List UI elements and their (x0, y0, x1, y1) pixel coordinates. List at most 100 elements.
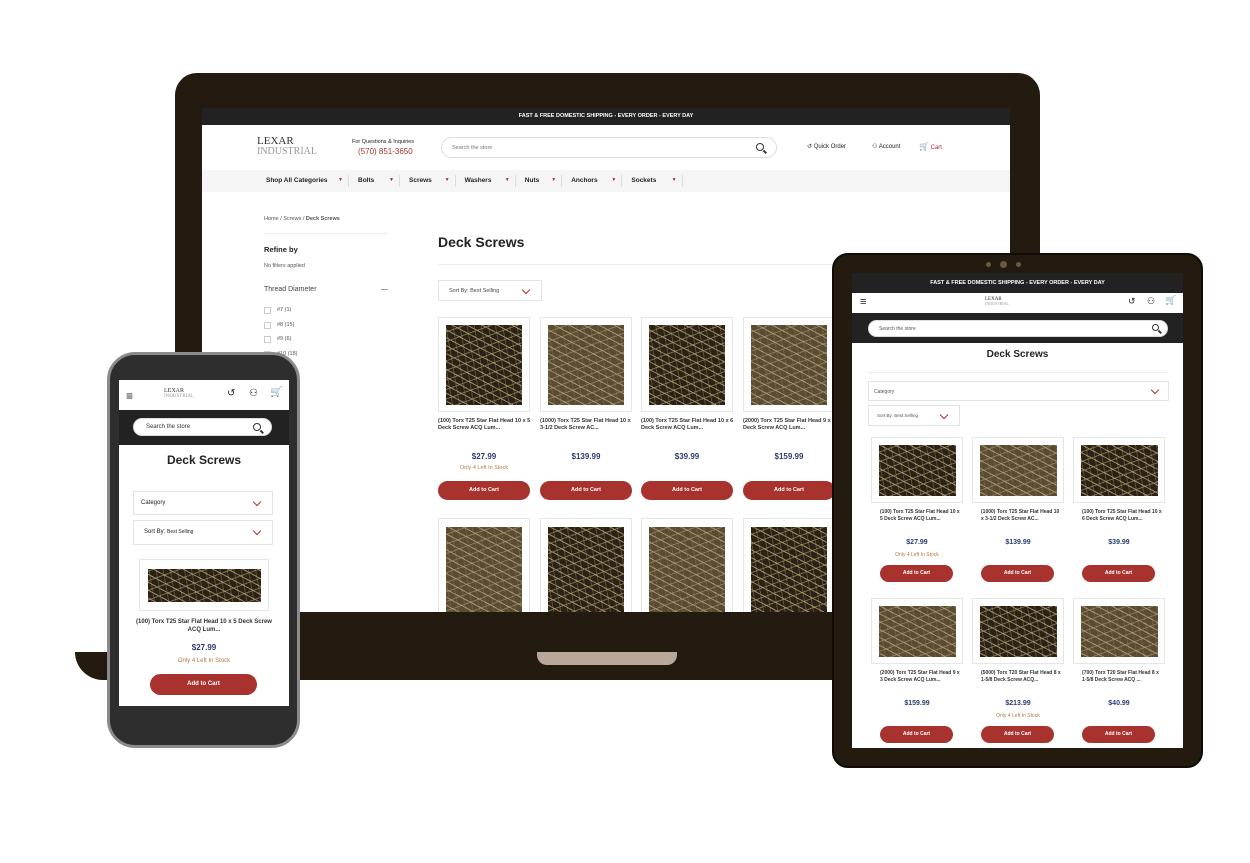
add-to-cart-button[interactable]: Add to Cart (981, 565, 1054, 582)
product-card[interactable] (139, 559, 269, 611)
product-card[interactable] (1073, 437, 1165, 503)
product-image[interactable] (649, 325, 725, 405)
product-image[interactable] (1081, 606, 1158, 657)
account-icon[interactable]: ⚇ (1147, 296, 1155, 307)
add-to-cart-button[interactable]: Add to Cart (880, 565, 953, 582)
account-icon[interactable]: ⚇ (249, 388, 258, 399)
product-card[interactable] (743, 317, 835, 412)
product-card[interactable] (540, 518, 632, 612)
add-to-cart-button[interactable]: Add to Cart (641, 481, 733, 500)
product-image[interactable] (446, 527, 522, 612)
logo[interactable]: LEXAR INDUSTRIAL (985, 297, 1009, 306)
product-card[interactable] (641, 317, 733, 412)
caret-down-icon: ▼ (671, 177, 677, 183)
add-to-cart-button[interactable]: Add to Cart (880, 726, 953, 743)
sort-dropdown[interactable]: Sort By: Best Selling (868, 405, 960, 426)
nav-divider (514, 175, 516, 187)
product-image[interactable] (751, 527, 827, 612)
product-card[interactable] (1073, 598, 1165, 664)
sort-dropdown[interactable]: Sort By: Best Selling (438, 280, 542, 301)
quick-order-link[interactable]: ↺ Quick Order (807, 143, 846, 150)
cart-link[interactable]: 🛒 Cart (919, 142, 942, 151)
phone-link[interactable]: (570) 851-3650 (358, 147, 413, 156)
product-card[interactable] (743, 518, 835, 612)
product-card[interactable] (871, 598, 963, 664)
product-title[interactable]: (2000) Torx T25 Star Flat Head 9 x 3 Dec… (743, 418, 839, 433)
nav-item[interactable]: Nuts (525, 177, 539, 184)
product-image[interactable] (879, 445, 956, 496)
filter-option[interactable]: #8 (15) (277, 322, 294, 328)
add-to-cart-button[interactable]: Add to Cart (743, 481, 835, 500)
quick-order-icon[interactable]: ↺ (1128, 296, 1136, 307)
tablet-camera (1016, 262, 1021, 267)
logo[interactable]: LEXAR INDUSTRIAL (164, 388, 194, 399)
account-link[interactable]: ⚇ Account (872, 143, 900, 150)
search-input[interactable]: Search the store (133, 418, 272, 436)
nav-item[interactable]: Bolts (358, 177, 374, 184)
filter-checkbox[interactable] (264, 336, 271, 343)
category-dropdown[interactable]: Category (868, 381, 1169, 401)
add-to-cart-button[interactable]: Add to Cart (1082, 726, 1155, 743)
search-input[interactable]: Search the store (868, 320, 1168, 337)
product-price: $27.99 (906, 539, 928, 546)
product-image[interactable] (751, 325, 827, 405)
product-image[interactable] (879, 606, 956, 657)
product-title[interactable]: (2000) Torx T25 Star Flat Head 9 x 3 Dec… (880, 670, 962, 684)
product-title[interactable]: (100) Torx T25 Star Flat Head 10 x 5 Dec… (438, 418, 534, 433)
add-to-cart-button[interactable]: Add to Cart (540, 481, 632, 500)
product-title[interactable]: (100) Torx T25 Star Flat Head 10 x 5 Dec… (133, 618, 275, 634)
product-image[interactable] (980, 445, 1057, 496)
filter-option[interactable]: #9 (6) (277, 336, 291, 342)
category-dropdown[interactable]: Category (133, 491, 273, 515)
add-to-cart-button[interactable]: Add to Cart (1082, 565, 1155, 582)
product-image[interactable] (446, 325, 522, 405)
product-card[interactable] (972, 437, 1064, 503)
menu-icon[interactable]: ≡ (126, 390, 133, 402)
product-title[interactable]: (1000) Torx T25 Star Flat Head 10 x 3-1/… (540, 418, 636, 433)
cart-icon[interactable]: 🛒 (1165, 295, 1176, 306)
filter-checkbox[interactable] (264, 321, 271, 329)
product-image[interactable] (548, 527, 624, 612)
sort-dropdown[interactable]: Sort By: Best Selling (133, 520, 273, 545)
product-image[interactable] (548, 325, 624, 405)
facet-thread-diameter[interactable]: Thread Diameter — (264, 286, 388, 293)
product-title[interactable]: (5000) Torx T20 Star Flat Head 8 x 1-5/8… (981, 670, 1063, 684)
nav-divider (348, 175, 349, 187)
product-title[interactable]: (700) Torx T20 Star Flat Head 8 x 1-5/8 … (1082, 670, 1164, 684)
product-image[interactable] (148, 569, 261, 602)
nav-item[interactable]: Anchors (571, 177, 597, 184)
caret-down-icon: ▼ (504, 177, 510, 183)
nav-item[interactable]: Screws (409, 177, 432, 184)
menu-icon[interactable]: ≡ (860, 294, 866, 311)
search-icon[interactable] (756, 143, 764, 151)
product-image[interactable] (649, 527, 725, 612)
product-title[interactable]: (100) Torx T25 Star Flat Head 10 x 6 Dec… (641, 418, 737, 433)
product-title[interactable]: (1000) Torx T25 Star Flat Head 10 x 3-1/… (981, 509, 1063, 523)
divider (264, 233, 388, 234)
nav-item[interactable]: Washers (465, 177, 492, 184)
add-to-cart-button[interactable]: Add to Cart (150, 674, 257, 695)
search-input[interactable]: Search the store (441, 137, 777, 158)
cart-icon[interactable]: 🛒 (270, 387, 282, 398)
add-to-cart-button[interactable]: Add to Cart (438, 481, 530, 500)
add-to-cart-button[interactable]: Add to Cart (981, 726, 1054, 743)
filter-checkbox[interactable] (264, 307, 271, 314)
product-card[interactable] (540, 317, 632, 412)
nav-item[interactable]: Sockets (631, 177, 656, 184)
product-card[interactable] (871, 437, 963, 503)
product-card[interactable] (438, 317, 530, 412)
tablet-camera (1000, 261, 1007, 268)
product-card[interactable] (641, 518, 733, 612)
stock-status: Only 4 Left In Stock (895, 552, 939, 558)
logo[interactable]: LEXAR INDUSTRIAL (257, 136, 317, 157)
page-title: Deck Screws (166, 453, 242, 467)
nav-item[interactable]: Shop All Categories (266, 177, 328, 184)
product-card[interactable] (972, 598, 1064, 664)
filter-option[interactable]: #7 (1) (277, 307, 291, 313)
product-image[interactable] (1081, 445, 1158, 496)
quick-order-icon[interactable]: ↺ (227, 388, 235, 399)
product-image[interactable] (980, 606, 1057, 657)
product-title[interactable]: (100) Torx T25 Star Flat Head 10 x 5 Dec… (880, 509, 962, 523)
product-title[interactable]: (100) Torx T25 Star Flat Head 10 x 6 Dec… (1082, 509, 1164, 523)
product-card[interactable] (438, 518, 530, 612)
